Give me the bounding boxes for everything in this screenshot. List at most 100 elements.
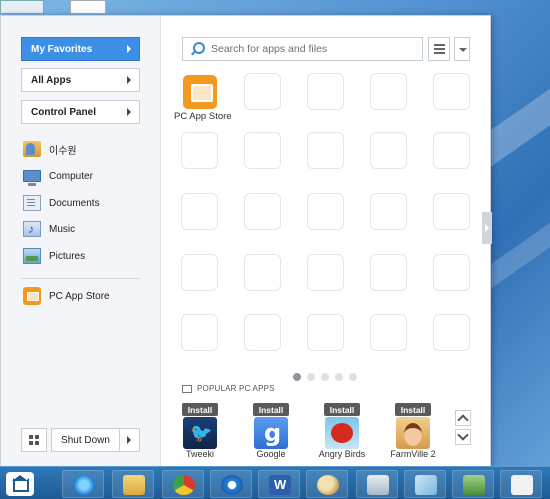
grid-icon — [35, 435, 39, 439]
install-button[interactable]: Install — [253, 403, 289, 416]
internet-explorer-icon — [73, 475, 95, 495]
shut-down-options-chevron-icon[interactable] — [127, 436, 131, 444]
control-panel-button[interactable]: Control Panel — [21, 100, 140, 124]
app-label: Tweeki — [185, 449, 214, 459]
calculator-icon — [367, 475, 389, 495]
empty-app-tile[interactable] — [307, 314, 344, 351]
farmville-icon[interactable] — [396, 417, 430, 449]
empty-app-tile[interactable] — [181, 314, 218, 351]
place-label: Documents — [49, 197, 100, 209]
empty-app-tile[interactable] — [370, 254, 407, 291]
empty-app-tile[interactable] — [181, 254, 218, 291]
photo-button[interactable] — [452, 470, 494, 498]
empty-app-tile[interactable] — [370, 193, 407, 230]
search-box[interactable] — [182, 37, 423, 61]
install-button[interactable]: Install — [324, 403, 360, 416]
pinned-label: PC App Store — [49, 290, 110, 302]
app-label: FarmVille 2 — [390, 449, 436, 459]
empty-app-tile[interactable] — [244, 254, 281, 291]
page-dot[interactable] — [349, 373, 357, 381]
scroll-down-button[interactable] — [455, 429, 471, 445]
empty-app-tile[interactable] — [370, 73, 407, 110]
paint-button[interactable] — [306, 470, 348, 498]
left-pane-divider — [21, 278, 140, 279]
store-bag-icon — [182, 384, 192, 393]
app-grid-button[interactable] — [21, 428, 47, 452]
place-pictures[interactable]: Pictures — [23, 246, 85, 266]
empty-app-tile[interactable] — [307, 193, 344, 230]
page-dot[interactable] — [321, 373, 329, 381]
empty-app-tile[interactable] — [244, 132, 281, 169]
empty-app-tile[interactable] — [307, 254, 344, 291]
expand-handle[interactable] — [482, 212, 492, 244]
install-button[interactable]: Install — [395, 403, 431, 416]
pictures-icon — [23, 248, 41, 264]
shut-down-divider — [119, 429, 120, 451]
empty-app-tile[interactable] — [307, 73, 344, 110]
chevron-right-icon — [127, 45, 131, 53]
install-button[interactable]: Install — [182, 403, 218, 416]
place-documents[interactable]: Documents — [23, 193, 100, 213]
empty-app-tile[interactable] — [181, 193, 218, 230]
list-view-button[interactable] — [428, 37, 450, 61]
place-computer[interactable]: Computer — [23, 166, 93, 186]
grid-icon — [29, 435, 33, 439]
place-label: Pictures — [49, 250, 86, 262]
shut-down-button[interactable]: Shut Down — [51, 428, 140, 452]
tweeki-icon[interactable] — [183, 417, 217, 449]
pc-app-store-icon — [23, 287, 41, 305]
popular-apps-title: POPULAR PC APPS — [197, 384, 275, 393]
search-icon — [191, 42, 205, 56]
word-button[interactable] — [258, 470, 300, 498]
my-favorites-button[interactable]: My Favorites — [21, 37, 140, 61]
place-music[interactable]: Music — [23, 219, 75, 239]
view-options-dropdown[interactable] — [454, 37, 470, 61]
games-button[interactable] — [500, 470, 542, 498]
empty-app-tile[interactable] — [244, 314, 281, 351]
empty-app-tile[interactable] — [307, 132, 344, 169]
grid-icon — [29, 441, 33, 445]
internet-explorer-button[interactable] — [62, 470, 104, 498]
list-icon — [434, 44, 445, 46]
calculator-button[interactable] — [356, 470, 398, 498]
paint-icon — [317, 475, 339, 495]
page-dot-active[interactable] — [293, 373, 301, 381]
chrome-icon — [173, 475, 195, 495]
empty-app-tile[interactable] — [433, 193, 470, 230]
page-dot[interactable] — [335, 373, 343, 381]
empty-app-tile[interactable] — [181, 132, 218, 169]
pinned-pc-app-store[interactable]: PC App Store — [23, 286, 110, 306]
files-button[interactable] — [404, 470, 446, 498]
all-apps-button[interactable]: All Apps — [21, 68, 140, 92]
chrome-button[interactable] — [162, 470, 204, 498]
search-input[interactable] — [211, 43, 411, 55]
empty-app-tile[interactable] — [433, 314, 470, 351]
pc-app-store-icon — [23, 287, 41, 305]
empty-app-tile[interactable] — [370, 314, 407, 351]
grid-icon — [35, 441, 39, 445]
place-label: Computer — [49, 170, 93, 182]
empty-app-tile[interactable] — [433, 254, 470, 291]
desktop-shortcut-icon[interactable] — [70, 0, 106, 14]
google-icon[interactable] — [254, 417, 288, 449]
tile-label: PC App Store — [174, 111, 232, 122]
empty-app-tile[interactable] — [244, 73, 281, 110]
start-icon[interactable] — [6, 472, 34, 496]
itunes-button[interactable] — [210, 470, 252, 498]
empty-app-tile[interactable] — [370, 132, 407, 169]
empty-app-tile[interactable] — [433, 132, 470, 169]
itunes-icon — [221, 475, 243, 495]
place-user-folder[interactable]: 이수원 — [23, 139, 77, 159]
desktop-shortcut-icon[interactable] — [0, 0, 44, 14]
scroll-up-button[interactable] — [455, 410, 471, 426]
angry-birds-icon[interactable] — [325, 417, 359, 449]
file-explorer-button[interactable] — [112, 470, 154, 498]
all-apps-label: All Apps — [31, 74, 72, 86]
place-label: 이수원 — [49, 145, 77, 157]
pc-app-store-tile[interactable] — [183, 75, 217, 109]
word-icon — [269, 475, 291, 495]
page-dot[interactable] — [307, 373, 315, 381]
files-icon — [415, 475, 437, 495]
empty-app-tile[interactable] — [433, 73, 470, 110]
empty-app-tile[interactable] — [244, 193, 281, 230]
